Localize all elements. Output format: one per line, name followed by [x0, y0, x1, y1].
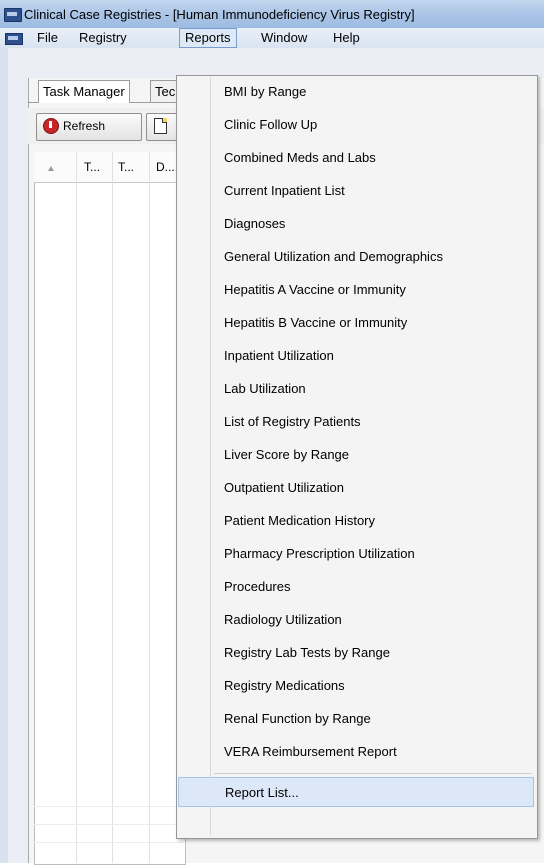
- column-header-3[interactable]: D...: [156, 160, 175, 174]
- workspace-edge: [0, 48, 8, 863]
- menu-item-liver-score-by-range[interactable]: Liver Score by Range: [178, 440, 534, 470]
- title-bar: Clinical Case Registries - [Human Immuno…: [0, 0, 544, 29]
- menu-item-renal-function-by-range[interactable]: Renal Function by Range: [178, 704, 534, 734]
- menu-item-label: Procedures: [224, 579, 291, 594]
- menu-separator: [214, 773, 532, 774]
- menu-item-clinic-follow-up[interactable]: Clinic Follow Up: [178, 110, 534, 140]
- menu-reports[interactable]: Reports: [179, 28, 237, 48]
- menu-window[interactable]: Window: [256, 30, 312, 46]
- menu-item-label: VERA Reimbursement Report: [224, 744, 397, 759]
- menu-item-vera-reimbursement-report[interactable]: VERA Reimbursement Report: [178, 737, 534, 767]
- menu-item-label: Clinic Follow Up: [224, 117, 318, 132]
- menu-item-label: Inpatient Utilization: [224, 348, 334, 363]
- menu-item-label: Patient Medication History: [224, 513, 376, 528]
- menu-item-current-inpatient-list[interactable]: Current Inpatient List: [178, 176, 534, 206]
- menu-item-label: Hepatitis A Vaccine or Immunity: [224, 282, 406, 297]
- tab-task-manager[interactable]: Task Manager: [38, 80, 130, 103]
- menu-item-lab-utilization[interactable]: Lab Utilization: [178, 374, 534, 404]
- menu-help[interactable]: Help: [328, 30, 365, 46]
- grid-row-line: [34, 806, 184, 807]
- refresh-icon: [43, 118, 59, 134]
- menu-item-label: Registry Lab Tests by Range: [224, 645, 390, 660]
- grid-column-divider: [112, 152, 113, 863]
- menu-bar: File Registry Reports Window Help: [0, 28, 544, 48]
- menu-item-patient-medication-history[interactable]: Patient Medication History: [178, 506, 534, 536]
- menu-item-label: BMI by Range: [224, 84, 307, 99]
- menu-item-procedures[interactable]: Procedures: [178, 572, 534, 602]
- menu-item-label: Hepatitis B Vaccine or Immunity: [224, 315, 408, 330]
- menu-item-label: Renal Function by Range: [224, 711, 371, 726]
- menu-item-label: Diagnoses: [224, 216, 286, 231]
- window-title: Clinical Case Registries - [Human Immuno…: [24, 7, 415, 22]
- menu-item-hepatitis-b[interactable]: Hepatitis B Vaccine or Immunity: [178, 308, 534, 338]
- sort-ascending-icon: [48, 166, 54, 171]
- menu-item-inpatient-utilization[interactable]: Inpatient Utilization: [178, 341, 534, 371]
- menu-item-diagnoses[interactable]: Diagnoses: [178, 209, 534, 239]
- column-header-2[interactable]: T...: [118, 160, 134, 174]
- menu-item-report-list[interactable]: Report List...: [178, 777, 534, 807]
- menu-item-combined-meds-and-labs[interactable]: Combined Meds and Labs: [178, 143, 534, 173]
- menu-item-label: Combined Meds and Labs: [224, 150, 376, 165]
- task-grid[interactable]: [34, 152, 186, 865]
- menu-item-outpatient-utilization[interactable]: Outpatient Utilization: [178, 473, 534, 503]
- menu-item-label: Outpatient Utilization: [224, 480, 344, 495]
- menu-item-label: General Utilization and Demographics: [224, 249, 443, 264]
- mdi-child-icon[interactable]: [5, 33, 23, 45]
- column-header-1[interactable]: T...: [84, 160, 100, 174]
- refresh-label: Refresh: [63, 119, 106, 133]
- menu-file[interactable]: File: [32, 30, 63, 46]
- menu-item-label: Lab Utilization: [224, 381, 306, 396]
- menu-item-list-of-registry-patients[interactable]: List of Registry Patients: [178, 407, 534, 437]
- menu-item-label: Current Inpatient List: [224, 183, 345, 198]
- menu-item-hepatitis-a[interactable]: Hepatitis A Vaccine or Immunity: [178, 275, 534, 305]
- menu-item-label: Registry Medications: [224, 678, 345, 693]
- menu-item-label: Liver Score by Range: [224, 447, 350, 462]
- menu-item-label: Report List...: [225, 785, 299, 800]
- grid-row-line: [34, 842, 184, 843]
- grid-column-divider: [149, 152, 150, 863]
- app-icon: [4, 8, 22, 22]
- menu-item-radiology-utilization[interactable]: Radiology Utilization: [178, 605, 534, 635]
- grid-column-divider: [76, 152, 77, 863]
- menu-item-general-utilization[interactable]: General Utilization and Demographics: [178, 242, 534, 272]
- grid-row-line: [34, 824, 184, 825]
- menu-item-bmi-by-range[interactable]: BMI by Range: [178, 77, 534, 107]
- menu-registry[interactable]: Registry: [74, 30, 132, 46]
- menu-item-label: Pharmacy Prescription Utilization: [224, 546, 415, 561]
- menu-item-label: List of Registry Patients: [224, 414, 361, 429]
- document-icon: [154, 118, 167, 134]
- refresh-button[interactable]: Refresh: [36, 113, 142, 141]
- menu-item-label: Radiology Utilization: [224, 612, 342, 627]
- menu-item-pharmacy-prescription-utilization[interactable]: Pharmacy Prescription Utilization: [178, 539, 534, 569]
- menu-item-registry-medications[interactable]: Registry Medications: [178, 671, 534, 701]
- menu-item-registry-lab-tests[interactable]: Registry Lab Tests by Range: [178, 638, 534, 668]
